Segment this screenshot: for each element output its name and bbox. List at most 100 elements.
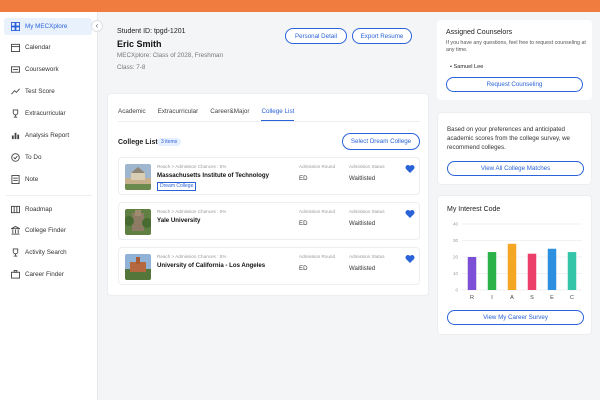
- dashboard-icon: [10, 22, 20, 32]
- college-photo: [125, 209, 151, 235]
- bar-s: [527, 253, 537, 290]
- sidebar-item-label: Activity Search: [25, 249, 67, 256]
- x-tick-label: I: [491, 295, 493, 301]
- sidebar: My MECXplore Calendar Coursework Test Sc…: [0, 12, 98, 400]
- bar-e: [547, 248, 557, 290]
- tab-academic[interactable]: Academic: [118, 108, 146, 121]
- sidebar-item-label: My MECXplore: [25, 23, 68, 30]
- interest-code-card: My Interest Code 0 10 20 30 40 R I A S E C View My…: [437, 195, 592, 335]
- admission-status-value: Waitlisted: [349, 175, 376, 182]
- tab-college-list[interactable]: College List: [261, 108, 295, 121]
- sidebar-item-note[interactable]: Note: [4, 171, 92, 188]
- sidebar-item-career-finder[interactable]: Career Finder: [4, 266, 92, 283]
- sidebar-item-coursework[interactable]: Coursework: [4, 61, 92, 78]
- personal-detail-button[interactable]: Personal Detail: [285, 28, 347, 44]
- trophy-icon: [10, 109, 20, 119]
- favorite-heart-icon[interactable]: [405, 164, 415, 174]
- sidebar-item-calendar[interactable]: Calendar: [4, 39, 92, 56]
- select-dream-college-button[interactable]: Select Dream College: [342, 133, 420, 150]
- admission-round-label: Admission Round: [299, 209, 336, 214]
- trend-icon: [10, 87, 20, 97]
- sidebar-item-roadmap[interactable]: Roadmap: [4, 201, 92, 218]
- admission-chance: Reach > Admission Chances : 5%: [157, 254, 227, 259]
- top-bar: [0, 0, 600, 12]
- admission-round-label: Admission Round: [299, 164, 336, 169]
- x-tick-label: S: [530, 295, 534, 301]
- admission-status-value: Waitlisted: [349, 220, 376, 227]
- tab-bar: Academic Extracurricular Career&Major Co…: [118, 108, 306, 121]
- recommendation-text: Based on your preferences and anticipate…: [447, 126, 570, 151]
- admission-chance: Reach > Admission Chances : 5%: [157, 209, 227, 214]
- college-list-card: Academic Extracurricular Career&Major Co…: [107, 93, 429, 296]
- college-count-badge: 3 items: [157, 138, 182, 146]
- tab-divider: [118, 121, 420, 122]
- college-name: University of California - Los Angeles: [157, 262, 266, 269]
- sidebar-divider: [6, 195, 92, 196]
- interest-code-chart: 0 10 20 30 40 R I A S E C: [453, 222, 582, 301]
- sidebar-item-to-do[interactable]: To Do: [4, 149, 92, 166]
- student-name: Eric Smith: [117, 39, 162, 49]
- dream-college-badge: Dream College: [157, 182, 197, 191]
- y-tick-label: 30: [453, 238, 459, 243]
- favorite-heart-icon[interactable]: [405, 209, 415, 219]
- college-photo: [125, 254, 151, 280]
- book-icon: [10, 65, 20, 75]
- admission-status-value: Waitlisted: [349, 265, 376, 272]
- student-grade: Class: 7-8: [117, 64, 146, 71]
- college-name: Yale University: [157, 217, 201, 224]
- admission-status-label: Admission Status: [349, 164, 385, 169]
- sidebar-item-label: Coursework: [25, 66, 59, 73]
- college-row[interactable]: Reach > Admission Chances : 5% Massachus…: [118, 157, 420, 195]
- sidebar-item-test-score[interactable]: Test Score: [4, 83, 92, 100]
- chart-icon: [10, 131, 20, 141]
- sidebar-item-label: Note: [25, 176, 39, 183]
- x-tick-label: A: [510, 295, 514, 301]
- request-counseling-button[interactable]: Request Counseling: [446, 77, 583, 92]
- note-icon: [10, 175, 20, 185]
- tab-career-major[interactable]: Career&Major: [210, 108, 249, 121]
- interest-code-title: My Interest Code: [447, 206, 501, 213]
- counselor-name: • Samuel Lee: [450, 64, 484, 70]
- college-photo: [125, 164, 151, 190]
- bar-i: [487, 252, 497, 290]
- admission-round-value: ED: [299, 175, 308, 182]
- sidebar-item-label: Career Finder: [25, 271, 64, 278]
- bar-c: [567, 252, 577, 290]
- bar-a: [507, 243, 517, 290]
- favorite-heart-icon[interactable]: [405, 254, 415, 264]
- admission-status-label: Admission Status: [349, 209, 385, 214]
- x-tick-label: C: [570, 295, 574, 301]
- admission-round-label: Admission Round: [299, 254, 336, 259]
- export-resume-button[interactable]: Export Resume: [352, 28, 412, 44]
- tab-extracurricular[interactable]: Extracurricular: [158, 108, 199, 121]
- counselor-name-text: Samuel Lee: [453, 64, 484, 70]
- sidebar-item-label: Extracurricular: [25, 110, 66, 117]
- counselors-description: If you have any questions, feel free to …: [446, 40, 586, 53]
- briefcase-icon: [10, 270, 20, 280]
- admission-round-value: ED: [299, 265, 308, 272]
- view-all-college-matches-button[interactable]: View All College Matches: [447, 161, 584, 176]
- sidebar-item-my-mecxplore[interactable]: My MECXplore: [4, 18, 92, 35]
- assigned-counselors-card: Assigned Counselors If you have any ques…: [437, 20, 592, 100]
- y-tick-label: 10: [453, 271, 459, 276]
- bar-r: [467, 257, 477, 290]
- counselors-title: Assigned Counselors: [446, 29, 513, 36]
- sidebar-item-label: College Finder: [25, 227, 66, 234]
- college-list-title: College List: [118, 139, 158, 146]
- admission-round-value: ED: [299, 220, 308, 227]
- sidebar-item-extracurricular[interactable]: Extracurricular: [4, 105, 92, 122]
- sidebar-item-activity-search[interactable]: Activity Search: [4, 244, 92, 261]
- admission-status-label: Admission Status: [349, 254, 385, 259]
- y-tick-label: 40: [453, 222, 459, 227]
- sidebar-item-label: Roadmap: [25, 206, 53, 213]
- sidebar-item-college-finder[interactable]: College Finder: [4, 222, 92, 239]
- trophy-icon: [10, 248, 20, 258]
- map-icon: [10, 205, 20, 215]
- college-row[interactable]: Reach > Admission Chances : 5% Yale Univ…: [118, 202, 420, 240]
- building-icon: [10, 226, 20, 236]
- sidebar-item-analysis-report[interactable]: Analysis Report: [4, 127, 92, 144]
- calendar-icon: [10, 43, 20, 53]
- collapse-sidebar-button[interactable]: ‹: [91, 20, 103, 32]
- college-row[interactable]: Reach > Admission Chances : 5% Universit…: [118, 247, 420, 285]
- view-my-career-survey-button[interactable]: View My Career Survey: [447, 310, 584, 325]
